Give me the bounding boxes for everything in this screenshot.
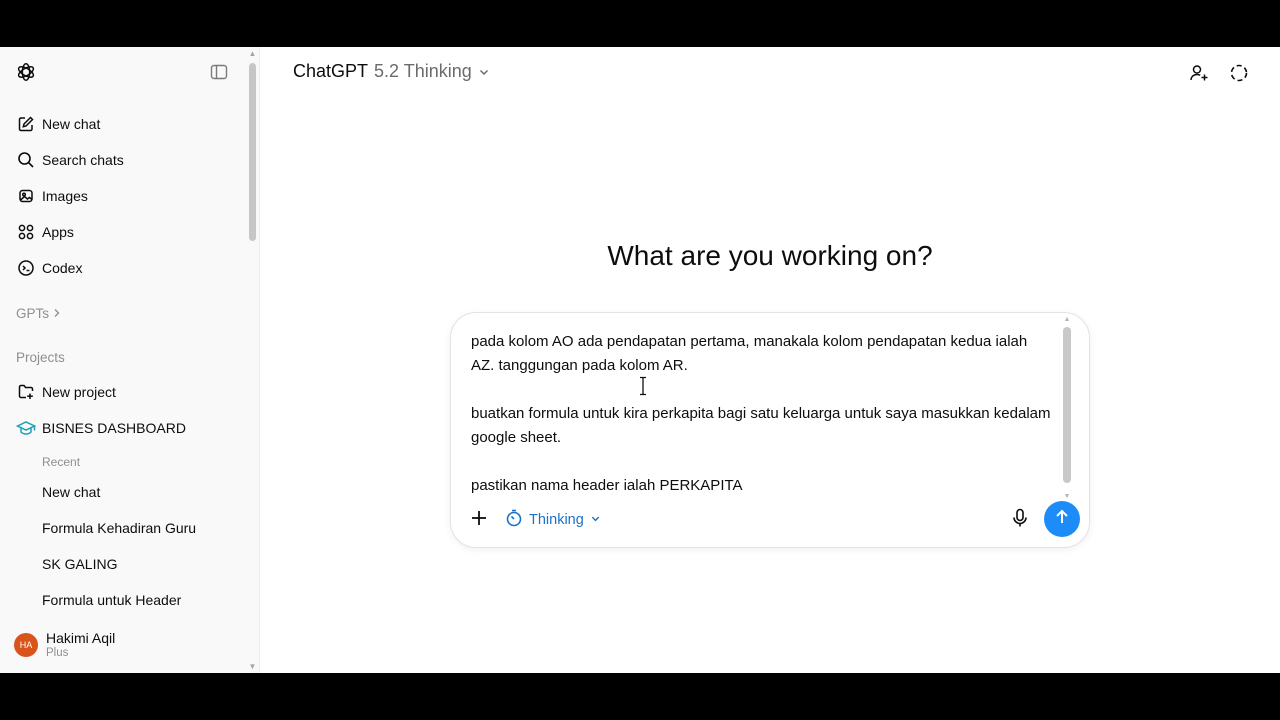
recent-chat-item[interactable]: Formula untuk Header [8,583,244,617]
sidebar-item-label: Apps [42,224,74,240]
sidebar-item-label: Search chats [42,152,124,168]
stopwatch-icon [505,509,523,531]
chevron-right-icon [53,306,61,321]
openai-logo-icon[interactable] [14,60,38,84]
search-icon [16,150,36,170]
scroll-up-arrow-icon[interactable]: ▲ [1063,316,1071,323]
apps-grid-icon [16,222,36,242]
recent-chat-label: New chat [42,484,101,500]
top-bar: ChatGPT 5.2 Thinking [260,47,1280,99]
sidebar-header [0,47,260,97]
arrow-up-icon [1053,508,1071,531]
sidebar-item-label: Codex [42,260,83,276]
chevron-down-icon [478,66,490,78]
project-name: BISNES DASHBOARD [42,420,186,436]
recent-chat-item[interactable]: Formula Kehadiran Guru [8,511,244,545]
recent-chat-label: Formula Kehadiran Guru [42,520,197,536]
sidebar-item-search-chats[interactable]: Search chats [8,143,244,177]
mode-label: Thinking [529,512,584,528]
projects-section-title: Projects [16,350,65,365]
app-name: ChatGPT [293,61,369,81]
sidebar-item-label: New project [42,384,116,400]
sidebar-item-label: New chat [42,116,101,132]
scroll-down-arrow-icon[interactable]: ▼ [248,663,257,671]
user-profile-button[interactable]: HA Hakimi Aqil Plus [8,623,244,667]
text-cursor-icon [638,376,648,396]
gpts-section[interactable]: GPTs [16,306,61,321]
recent-chat-label: Formula untuk Header [42,592,182,608]
sidebar-item-apps[interactable]: Apps [8,215,244,249]
pencil-square-icon [16,114,36,134]
sidebar: New chat Search chats Images Apps Codex [0,47,260,673]
sidebar-item-new-chat[interactable]: New chat [8,107,244,141]
recent-chat-item[interactable]: SK GALING [8,547,244,581]
model-selector[interactable]: ChatGPT 5.2 Thinking [293,61,490,82]
scroll-up-arrow-icon[interactable]: ▲ [248,50,257,58]
sidebar-item-images[interactable]: Images [8,179,244,213]
project-bisnes-dashboard[interactable]: BISNES DASHBOARD [8,411,244,445]
temporary-chat-icon[interactable] [1227,61,1251,85]
add-people-icon[interactable] [1187,61,1211,85]
avatar: HA [14,633,38,657]
recent-label: Recent [42,455,81,469]
microphone-icon [1012,508,1028,533]
message-composer[interactable]: pada kolom AO ada pendapatan pertama, ma… [450,312,1090,548]
model-version: 5.2 Thinking [374,61,472,81]
thinking-mode-button[interactable]: Thinking [505,508,601,532]
page-title: What are you working on? [607,240,933,271]
sidebar-item-label: Images [42,188,88,204]
prompt-textarea[interactable]: pada kolom AO ada pendapatan pertama, ma… [471,330,1051,498]
sidebar-item-codex[interactable]: Codex [8,251,244,285]
recent-chat-item[interactable]: New chat [8,475,244,509]
gpts-label: GPTs [16,306,50,321]
images-icon [16,186,36,206]
folder-plus-icon [16,382,36,402]
app-window: New chat Search chats Images Apps Codex [0,47,1280,673]
codex-icon [16,258,36,278]
recent-chat-label: SK GALING [42,556,118,572]
sidebar-toggle-icon[interactable] [208,61,230,83]
user-name: Hakimi Aqil [46,629,116,646]
chevron-down-icon [590,512,601,528]
scroll-down-arrow-icon[interactable]: ▼ [1063,493,1071,500]
sidebar-scrollbar-thumb[interactable] [249,63,256,241]
add-attachment-button[interactable] [467,508,491,532]
user-plan: Plus [46,646,69,659]
new-project-button[interactable]: New project [8,375,244,409]
projects-label: Projects [16,350,65,365]
composer-scrollbar-thumb[interactable] [1063,327,1071,483]
send-button[interactable] [1044,501,1080,537]
plus-icon [470,509,488,532]
user-info: Hakimi Aqil Plus [46,630,115,661]
microphone-button[interactable] [1009,508,1031,533]
graduation-cap-icon [16,418,36,438]
